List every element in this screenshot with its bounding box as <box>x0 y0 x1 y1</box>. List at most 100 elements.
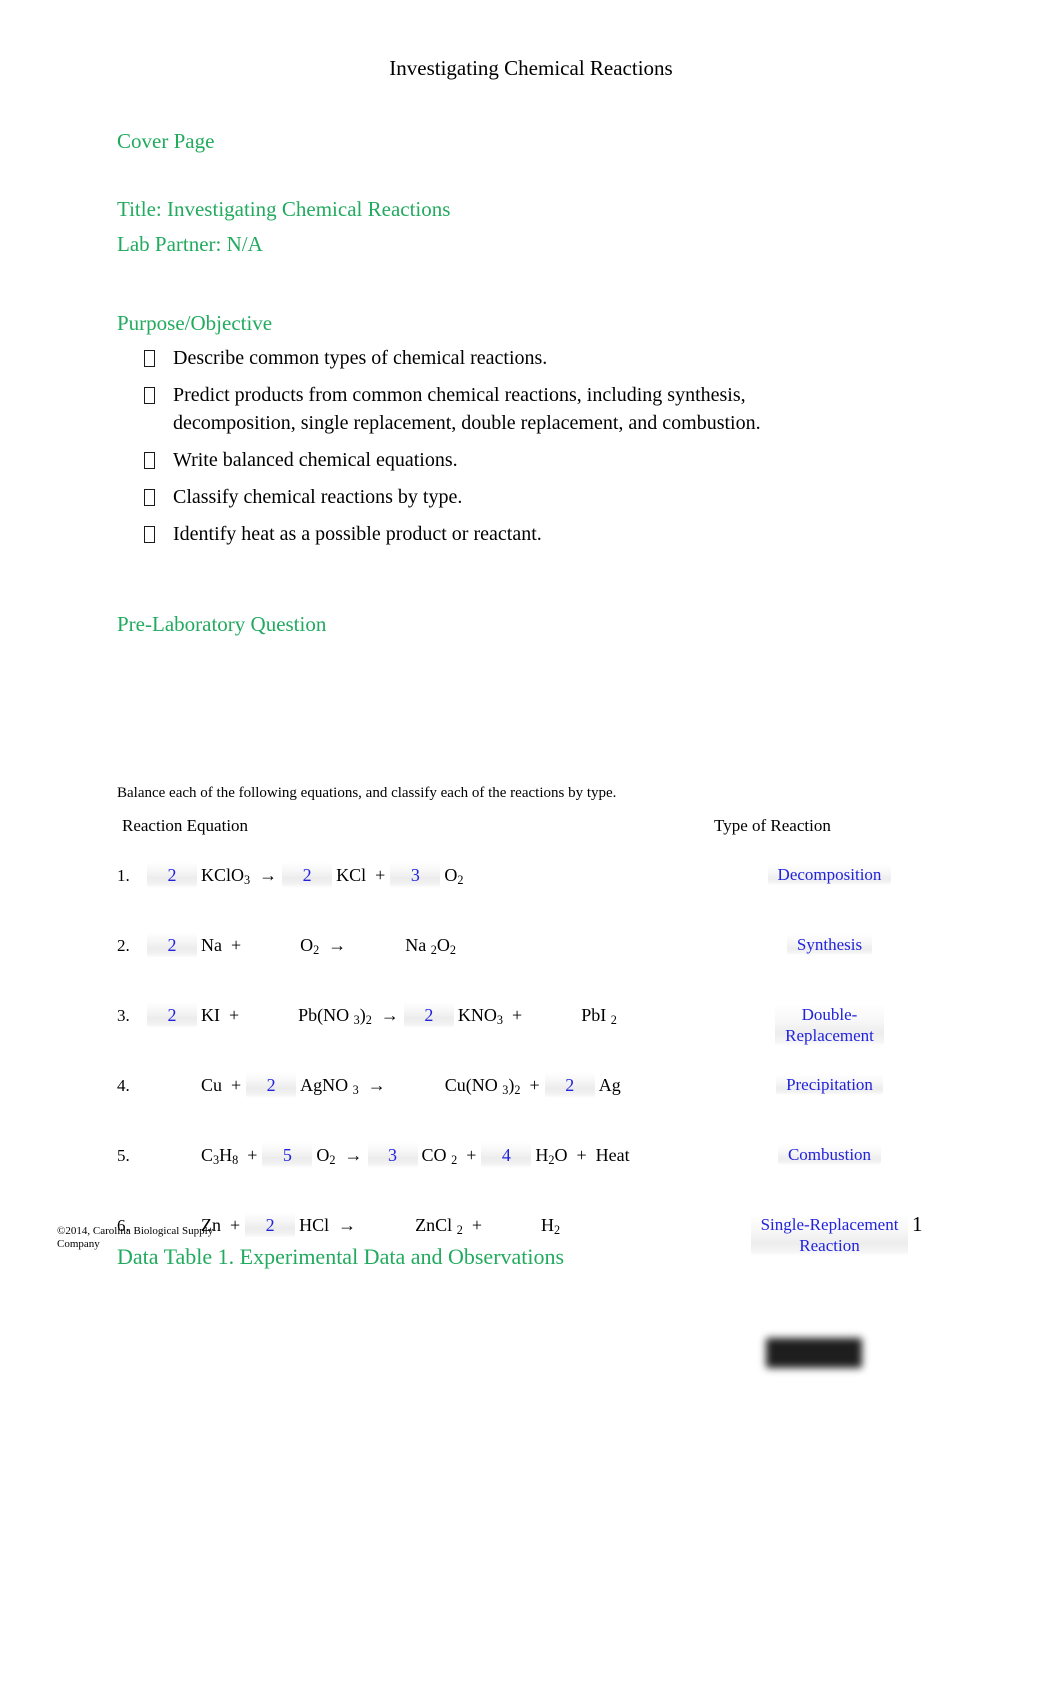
row-number: 2. <box>117 936 130 955</box>
type-of-reaction-cell[interactable]: Synthesis <box>712 932 947 955</box>
coefficient-field[interactable]: 4 <box>481 1142 532 1168</box>
objective-text: Identify heat as a possible product or r… <box>173 523 542 545</box>
formula: AgNO 3 <box>300 1075 359 1097</box>
objective-text: Predict products from common chemical re… <box>173 384 761 434</box>
type-answer-field[interactable]: Combustion <box>777 1144 882 1165</box>
formula: HCl <box>299 1215 330 1235</box>
type-of-reaction-cell[interactable]: Combustion <box>712 1142 947 1165</box>
reaction-equations-table: 1. 2 KClO3 → 2 KCl + 3 O2 Decomposition … <box>117 862 947 1266</box>
page-title: Investigating Chemical Reactions <box>389 56 673 80</box>
type-answer-line-2: Reaction <box>799 1236 860 1255</box>
table-row: 1. 2 KClO3 → 2 KCl + 3 O2 Decomposition <box>117 862 947 916</box>
column-header-reaction-equation: Reaction Equation <box>122 816 249 835</box>
table-row: 4. Cu + 2 AgNO 3 → Cu(NO 3)2 + 2 Ag Prec… <box>117 1072 947 1126</box>
arrow-operator: → <box>380 1005 399 1025</box>
coefficient-field[interactable]: 2 <box>282 862 333 888</box>
equation-cell: 2. 2 Na + O2 → Na 2O2 <box>117 932 712 960</box>
list-item: Classify chemical reactions by type. <box>140 483 820 511</box>
formula: PbI 2 <box>581 1005 617 1027</box>
equation-cell: 1. 2 KClO3 → 2 KCl + 3 O2 <box>117 862 712 890</box>
arrow-operator: → <box>367 1075 386 1095</box>
coefficient-field[interactable]: 2 <box>544 1072 595 1098</box>
bullet-glyph-icon <box>140 381 173 409</box>
list-item: Identify heat as a possible product or r… <box>140 520 820 548</box>
type-answer-line-2: Replacement <box>785 1026 874 1045</box>
formula-heat: Heat <box>595 1145 630 1165</box>
list-item: Describe common types of chemical reacti… <box>140 344 820 372</box>
plus-operator: + <box>247 1145 258 1165</box>
heading-pre-laboratory-question: Pre-Laboratory Question <box>117 612 327 636</box>
row-number: 3. <box>117 1006 130 1025</box>
plus-operator: + <box>231 935 242 955</box>
arrow-operator: → <box>344 1145 363 1165</box>
type-answer-field[interactable]: Decomposition <box>767 864 892 885</box>
type-answer-line-1: Double- <box>801 1005 858 1024</box>
cover-title-line: Title: Investigating Chemical Reactions <box>117 197 451 221</box>
row-number: 5. <box>117 1146 130 1165</box>
heading-cover-page: Cover Page <box>117 129 215 153</box>
formula: O2 <box>316 1145 336 1167</box>
formula: ZnCl 2 <box>415 1215 463 1237</box>
table-row: 2. 2 Na + O2 → Na 2O2 Synthesis <box>117 932 947 986</box>
column-header-type-of-reaction: Type of Reaction <box>714 816 831 835</box>
list-item: Write balanced chemical equations. <box>140 446 820 474</box>
formula: KCl <box>336 865 367 885</box>
cover-lab-partner-line: Lab Partner: N/A <box>117 232 263 256</box>
formula: KNO3 <box>457 1005 504 1027</box>
objective-text: Write balanced chemical equations. <box>173 449 458 471</box>
formula: Pb(NO 3)2 <box>298 1005 372 1027</box>
formula: CO 2 <box>421 1145 458 1167</box>
plus-operator: + <box>231 1075 242 1095</box>
type-answer-field[interactable]: Synthesis <box>786 934 873 955</box>
type-of-reaction-cell[interactable]: Decomposition <box>712 862 947 885</box>
objective-text: Describe common types of chemical reacti… <box>173 347 548 369</box>
type-of-reaction-cell[interactable]: Double- Replacement <box>712 1002 947 1046</box>
plus-operator: + <box>471 1215 482 1235</box>
table-row: 5. C3H8 + 5 O2 → 3 CO 2 + 4 H2O + Heat C… <box>117 1142 947 1196</box>
bullet-glyph-icon <box>140 483 173 511</box>
bullet-glyph-icon <box>140 446 173 474</box>
page-number: 1 <box>912 1212 923 1236</box>
plus-operator: + <box>229 1005 240 1025</box>
prelab-instruction: Balance each of the following equations,… <box>117 785 617 801</box>
type-answer-field[interactable]: Precipitation <box>776 1074 883 1095</box>
formula: Na <box>201 935 222 955</box>
equation-cell: 3. 2 KI + Pb(NO 3)2 → 2 KNO3 + PbI 2 <box>117 1002 712 1030</box>
type-answer-field[interactable]: Single-Replacement Reaction <box>750 1214 909 1256</box>
row-number: 1. <box>117 866 130 885</box>
formula: H2O <box>535 1145 568 1167</box>
objective-text: Classify chemical reactions by type. <box>173 486 463 508</box>
coefficient-field[interactable]: 2 <box>147 932 197 958</box>
arrow-operator: → <box>338 1215 357 1235</box>
type-of-reaction-cell[interactable]: Precipitation <box>712 1072 947 1095</box>
plus-operator: + <box>529 1075 540 1095</box>
coefficient-field[interactable]: 2 <box>403 1002 454 1028</box>
plus-operator: + <box>375 865 386 885</box>
table-row: 3. 2 KI + Pb(NO 3)2 → 2 KNO3 + PbI 2 Dou… <box>117 1002 947 1056</box>
list-item: Predict products from common chemical re… <box>140 381 820 437</box>
coefficient-field[interactable]: 5 <box>262 1142 313 1168</box>
objectives-list: Describe common types of chemical reacti… <box>140 344 820 557</box>
coefficient-field[interactable]: 3 <box>367 1142 418 1168</box>
coefficient-field[interactable]: 2 <box>147 862 197 888</box>
formula: KI <box>201 1005 220 1025</box>
formula: O2 <box>444 865 464 887</box>
plus-operator: + <box>466 1145 477 1165</box>
document-page: Investigating Chemical Reactions Cover P… <box>0 0 1062 1700</box>
formula: Cu(NO 3)2 <box>444 1075 521 1097</box>
equation-cell: 4. Cu + 2 AgNO 3 → Cu(NO 3)2 + 2 Ag <box>117 1072 712 1100</box>
arrow-operator: → <box>259 865 278 885</box>
formula: O2 <box>300 935 320 957</box>
row-number: 4. <box>117 1076 130 1095</box>
type-answer-field[interactable]: Double- Replacement <box>775 1004 884 1046</box>
coefficient-field[interactable]: 2 <box>245 1212 296 1238</box>
coefficient-field[interactable]: 2 <box>246 1072 297 1098</box>
arrow-operator: → <box>328 935 347 955</box>
type-answer-line-1: Single-Replacement <box>760 1215 899 1234</box>
heading-purpose-objective: Purpose/Objective <box>117 311 273 335</box>
formula: C3H8 <box>201 1145 239 1167</box>
equation-cell: 5. C3H8 + 5 O2 → 3 CO 2 + 4 H2O + Heat <box>117 1142 712 1170</box>
coefficient-field[interactable]: 3 <box>390 862 441 888</box>
plus-operator: + <box>512 1005 523 1025</box>
coefficient-field[interactable]: 2 <box>147 1002 197 1028</box>
